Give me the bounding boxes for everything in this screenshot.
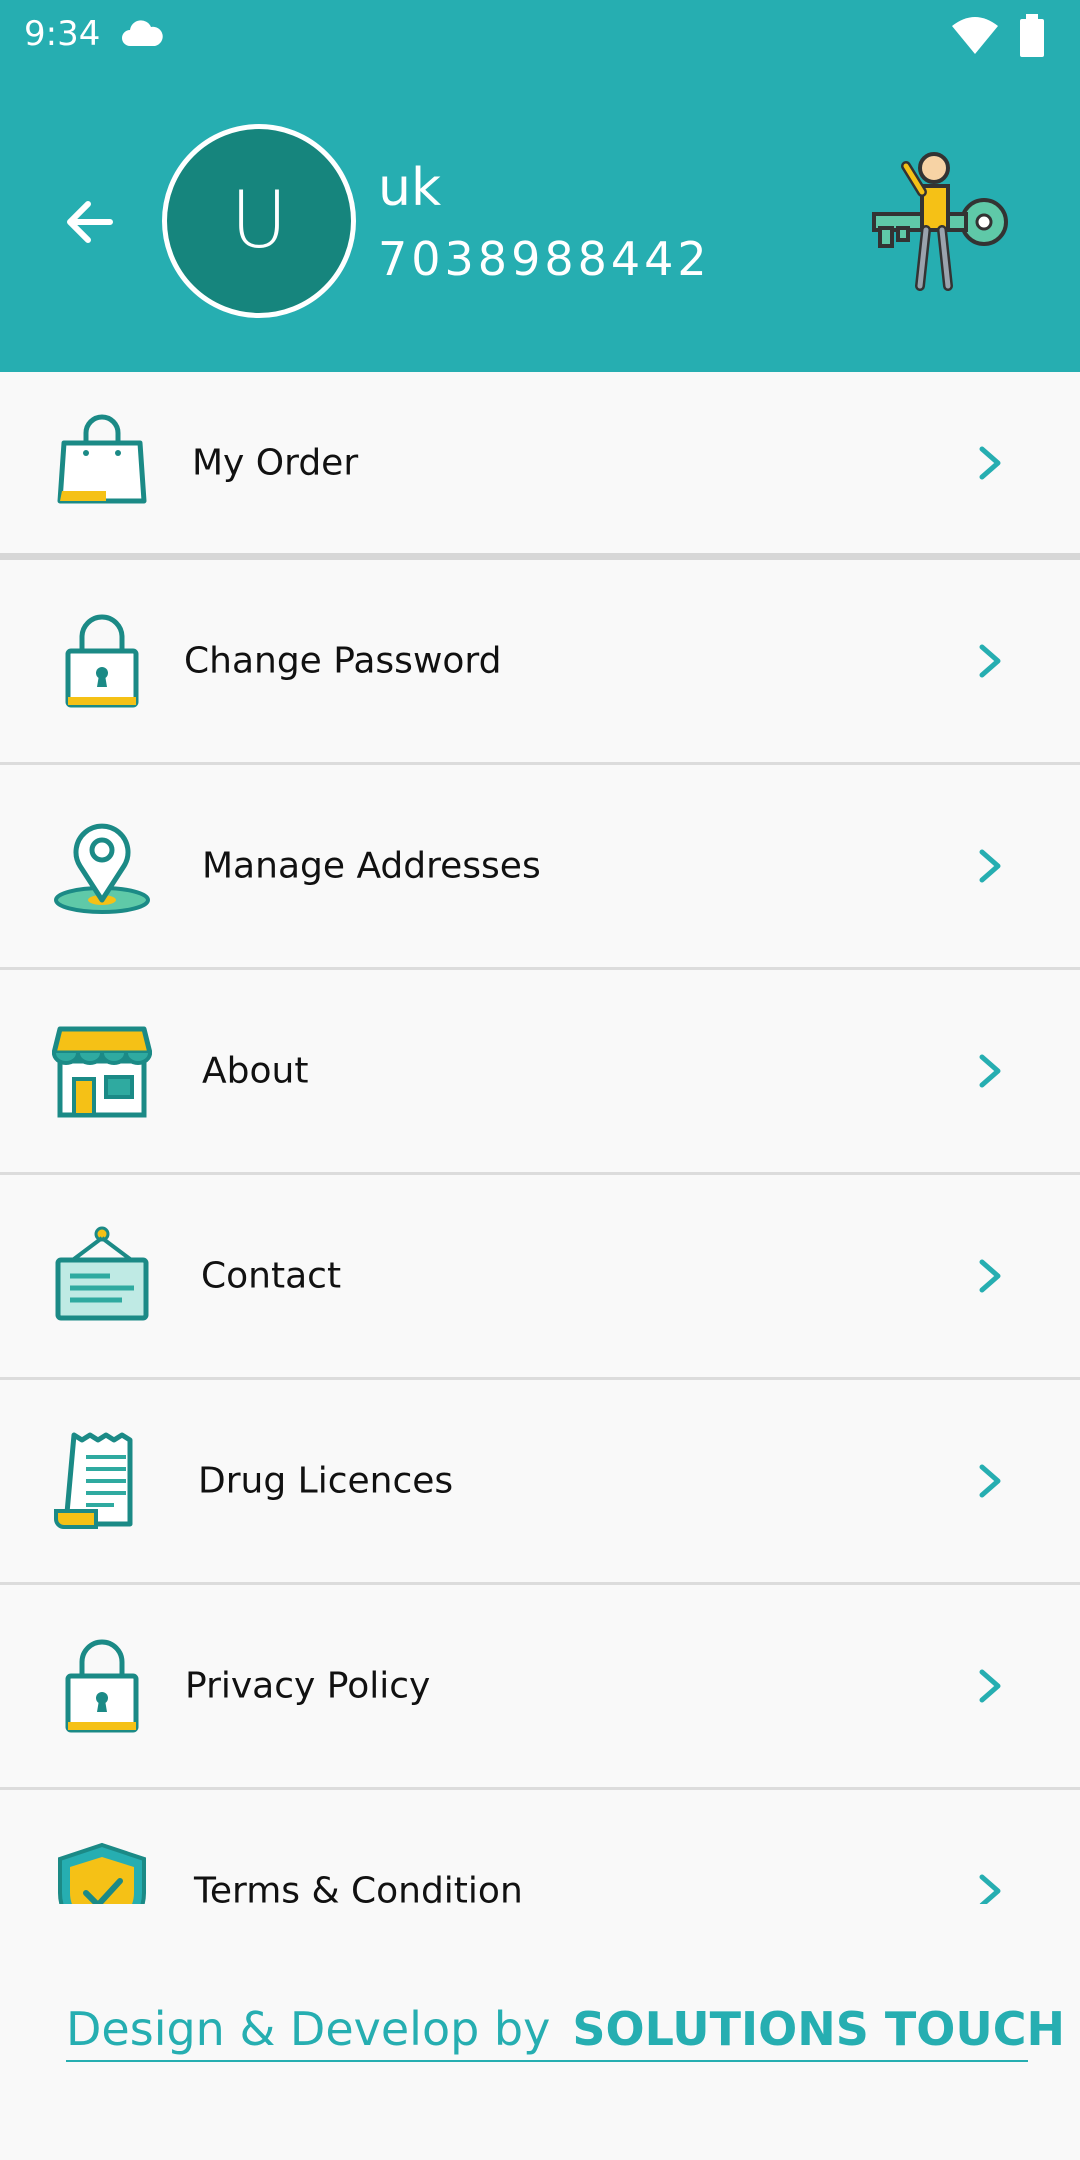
chevron-right-icon[interactable] <box>976 1461 1006 1501</box>
avatar: U <box>162 124 356 318</box>
menu-list: My Order Change Password Manage Addresse… <box>0 372 1080 1904</box>
document-scroll-icon <box>54 1432 133 1529</box>
menu-item-change-password[interactable]: Change Password <box>0 560 1080 765</box>
chevron-right-icon[interactable] <box>976 846 1006 886</box>
shopping-bag-icon <box>57 414 147 503</box>
menu-item-drug-licences[interactable]: Drug Licences <box>0 1380 1080 1585</box>
menu-label-change-password: Change Password <box>184 640 502 682</box>
location-pin-icon <box>54 823 150 914</box>
padlock-icon <box>65 614 139 708</box>
footer: Design & Develop by SOLUTIONS TOUCH <box>0 1904 1080 2160</box>
status-time: 9:34 <box>24 14 101 54</box>
storefront-icon <box>52 1026 152 1118</box>
battery-icon <box>1020 14 1044 57</box>
menu-item-about[interactable]: About <box>0 970 1080 1175</box>
credit-prefix: Design & Develop by <box>66 2002 551 2056</box>
cloud-icon <box>122 20 163 46</box>
app-header: 9:34 U uk 7038988442 <box>0 0 1080 372</box>
chevron-right-icon[interactable] <box>976 1871 1006 1904</box>
credit-brand: SOLUTIONS TOUCH <box>572 2002 1065 2056</box>
menu-label-about: About <box>202 1050 309 1092</box>
back-arrow-icon[interactable] <box>58 190 122 254</box>
user-phone: 7038988442 <box>378 232 711 286</box>
padlock-icon <box>65 1639 139 1733</box>
menu-label-terms-condition: Terms & Condition <box>194 1870 523 1905</box>
user-name: uk <box>378 158 442 218</box>
menu-label-drug-licences: Drug Licences <box>198 1460 454 1502</box>
chevron-right-icon[interactable] <box>976 443 1006 483</box>
menu-item-contact[interactable]: Contact <box>0 1175 1080 1380</box>
chevron-right-icon[interactable] <box>976 1256 1006 1296</box>
shield-check-icon <box>58 1842 146 1904</box>
avatar-letter: U <box>230 176 288 266</box>
menu-label-my-order: My Order <box>192 442 359 483</box>
menu-label-manage-addresses: Manage Addresses <box>202 845 541 887</box>
menu-item-manage-addresses[interactable]: Manage Addresses <box>0 765 1080 970</box>
wifi-icon <box>952 17 998 54</box>
status-bar: 9:34 <box>0 0 1080 72</box>
chevron-right-icon[interactable] <box>976 1666 1006 1706</box>
chevron-right-icon[interactable] <box>976 641 1006 681</box>
chevron-right-icon[interactable] <box>976 1051 1006 1091</box>
developer-credit-link[interactable]: Design & Develop by SOLUTIONS TOUCH <box>66 2002 1065 2062</box>
menu-label-privacy-policy: Privacy Policy <box>185 1665 431 1707</box>
hanging-sign-icon <box>55 1226 149 1321</box>
person-with-key-icon <box>872 152 1008 291</box>
menu-item-my-order[interactable]: My Order <box>0 372 1080 560</box>
menu-item-terms-condition[interactable]: Terms & Condition <box>0 1790 1080 1904</box>
menu-item-privacy-policy[interactable]: Privacy Policy <box>0 1585 1080 1790</box>
menu-label-contact: Contact <box>201 1255 342 1297</box>
